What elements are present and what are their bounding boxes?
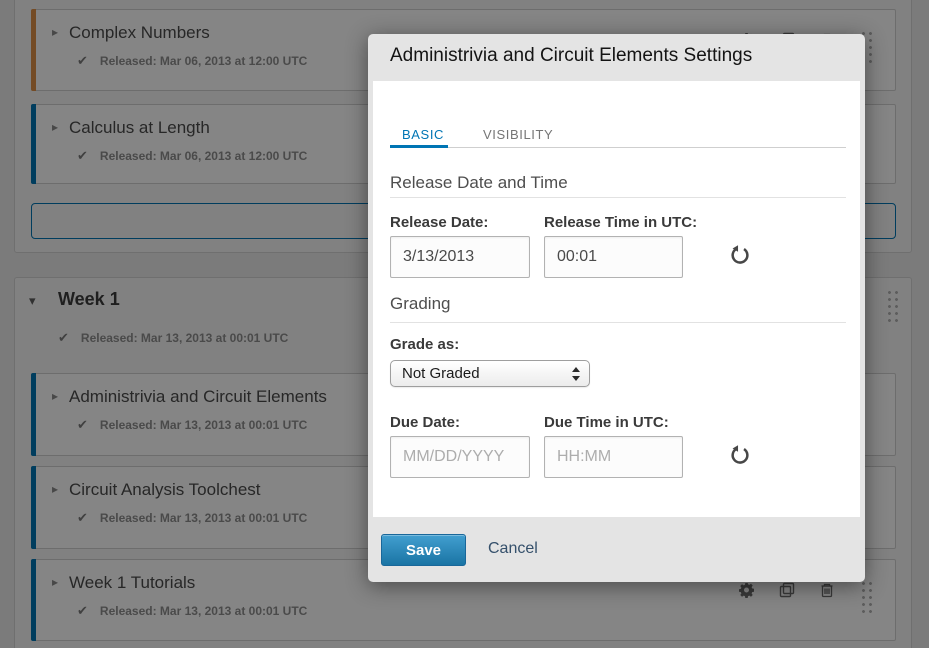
release-date-label: Release Date: — [390, 214, 488, 231]
grade-as-select[interactable]: Not Graded — [390, 360, 590, 387]
modal-content: BASIC VISIBILITY Release Date and Time R… — [373, 81, 860, 517]
release-section-heading: Release Date and Time — [390, 173, 568, 193]
divider — [390, 322, 846, 323]
active-tab-indicator — [390, 145, 448, 148]
settings-modal: Administrivia and Circuit Elements Setti… — [368, 34, 865, 582]
grading-section-heading: Grading — [390, 294, 450, 314]
reset-release-icon[interactable] — [729, 242, 753, 266]
due-time-label: Due Time in UTC: — [544, 414, 669, 431]
grade-as-value: Not Graded — [402, 365, 480, 382]
release-date-input[interactable] — [390, 236, 530, 278]
reset-due-icon[interactable] — [729, 442, 753, 466]
divider — [390, 197, 846, 198]
release-time-input[interactable] — [544, 236, 683, 278]
release-time-label: Release Time in UTC: — [544, 214, 697, 231]
due-time-input[interactable] — [544, 436, 683, 478]
due-date-label: Due Date: — [390, 414, 460, 431]
select-arrows-icon — [572, 366, 580, 382]
course-outline-page: ▸ Complex Numbers ✔ Released: Mar 06, 20… — [0, 0, 929, 648]
tab-divider — [390, 147, 846, 148]
tab-visibility[interactable]: VISIBILITY — [483, 127, 553, 142]
cancel-button[interactable]: Cancel — [488, 540, 538, 558]
save-button[interactable]: Save — [381, 534, 466, 566]
due-date-input[interactable] — [390, 436, 530, 478]
modal-title: Administrivia and Circuit Elements Setti… — [390, 45, 752, 67]
grade-as-label: Grade as: — [390, 336, 459, 353]
tab-basic[interactable]: BASIC — [402, 127, 444, 142]
